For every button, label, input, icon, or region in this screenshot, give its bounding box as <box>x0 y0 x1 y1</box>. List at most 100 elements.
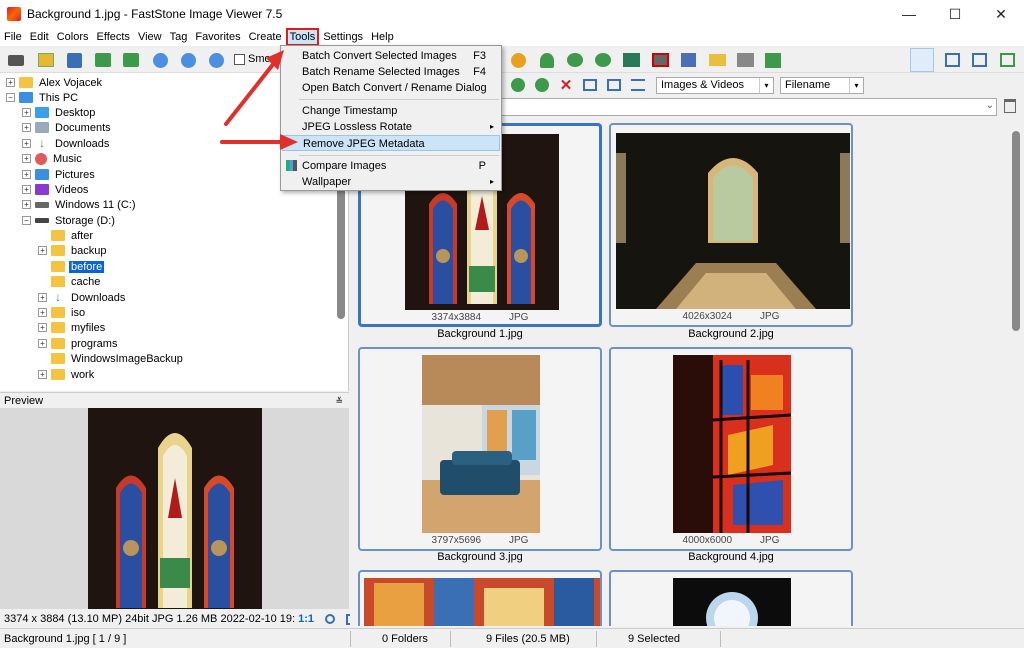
view-thumbnails-icon[interactable] <box>910 48 934 72</box>
submenu-arrow-icon: ▸ <box>489 177 494 186</box>
tree-item-music[interactable]: + Music <box>22 151 84 166</box>
tree-item-this-pc[interactable]: − This PC <box>6 90 80 105</box>
menu-help[interactable]: Help <box>367 28 398 46</box>
menu-separator <box>299 99 499 100</box>
thumbnail-card[interactable] <box>358 570 602 626</box>
close-button[interactable]: ✕ <box>978 0 1024 28</box>
open-folder-icon[interactable] <box>36 50 56 70</box>
compare-icon <box>286 160 297 171</box>
file-type-filter[interactable]: Images & Videos ▾ <box>656 77 774 94</box>
tree-item-user[interactable]: + Alex Vojacek <box>6 75 104 90</box>
drive-icon <box>35 218 49 223</box>
zoom-in-icon[interactable] <box>150 50 170 70</box>
menu-separator <box>299 155 499 156</box>
tree-item-before[interactable]: before <box>38 259 105 274</box>
tree-item-downloads[interactable]: + ↓ Downloads <box>22 136 111 151</box>
status-files: 9 Files (20.5 MB) <box>486 633 570 645</box>
rotate-right-icon[interactable] <box>593 50 613 70</box>
thumbnail-browser[interactable]: 3374x3884 JPG Background 1.jpg 4026x3024… <box>350 119 1024 626</box>
tree-item-cache[interactable]: cache <box>38 274 102 289</box>
compare-icon[interactable] <box>621 50 641 70</box>
tree-item-work[interactable]: + work <box>38 367 96 382</box>
list-view-icon[interactable] <box>604 75 624 95</box>
menu-item-batch-rename[interactable]: Batch Rename Selected Images F4 <box>282 64 500 80</box>
menu-item-open-batch-dialog[interactable]: Open Batch Convert / Rename Dialog <box>282 80 500 96</box>
menu-tools[interactable]: Tools <box>285 28 320 46</box>
slideshow-icon[interactable] <box>650 50 670 70</box>
menu-item-remove-jpeg-metadata[interactable]: Remove JPEG Metadata <box>282 135 500 151</box>
thumbnail-name: Background 1.jpg <box>437 328 523 340</box>
tree-item-myfiles[interactable]: + myfiles <box>38 320 107 335</box>
email-icon[interactable] <box>707 50 727 70</box>
zoom-out-icon[interactable] <box>178 50 198 70</box>
copy-to-icon[interactable] <box>508 75 528 95</box>
collapse-icon[interactable]: ≚ <box>335 393 343 409</box>
path-input[interactable]: ⌄ <box>500 98 997 116</box>
save-icon[interactable] <box>64 50 84 70</box>
tree-item-after[interactable]: after <box>38 228 95 243</box>
view-preview-icon[interactable] <box>969 50 989 70</box>
folder-icon <box>51 261 65 272</box>
details-view-icon[interactable] <box>628 75 648 95</box>
menu-item-compare-images[interactable]: Compare Images P <box>282 158 500 174</box>
menu-view[interactable]: View <box>134 28 166 46</box>
thumbnail-meta: 3374x3884 JPG <box>431 312 529 323</box>
tree-item-drive-d[interactable]: − Storage (D:) <box>22 213 117 228</box>
tree-item-iso[interactable]: + iso <box>38 305 87 320</box>
annotation-arrow-icon <box>220 134 298 150</box>
tree-item-desktop[interactable]: + Desktop <box>22 105 97 120</box>
delete-icon[interactable]: ✕ <box>556 75 576 95</box>
computer-icon <box>19 92 33 103</box>
user-icon[interactable] <box>537 50 557 70</box>
status-bar: Background 1.jpg [ 1 / 9 ] 0 Folders 9 F… <box>0 628 1024 648</box>
thumbnail-card[interactable]: 3797x5696 JPG <box>358 347 602 551</box>
camera-icon[interactable] <box>6 50 26 70</box>
chevron-down-icon[interactable]: ⌄ <box>986 100 994 111</box>
forward-icon[interactable] <box>121 50 141 70</box>
menu-colors[interactable]: Colors <box>53 28 93 46</box>
menu-file[interactable]: File <box>0 28 26 46</box>
desktop-icon <box>35 107 49 118</box>
menu-edit[interactable]: Edit <box>26 28 53 46</box>
fullscreen-icon[interactable] <box>997 50 1017 70</box>
back-icon[interactable] <box>93 50 113 70</box>
tree-item-drive-c[interactable]: + Windows 11 (C:) <box>22 197 137 212</box>
thumbnail-card[interactable]: 4026x3024 JPG <box>609 123 853 327</box>
menu-tag[interactable]: Tag <box>166 28 192 46</box>
fit-icon[interactable] <box>325 614 336 625</box>
recycle-bin-icon[interactable] <box>1004 99 1016 113</box>
tree-item-pictures[interactable]: + Pictures <box>22 167 97 182</box>
thumbnail-image <box>673 355 791 533</box>
menu-item-batch-convert[interactable]: Batch Convert Selected Images F3 <box>282 48 500 64</box>
menu-item-jpeg-lossless-rotate[interactable]: JPEG Lossless Rotate ▸ <box>282 119 500 135</box>
minimize-button[interactable]: — <box>886 0 932 28</box>
tree-item-backup[interactable]: + backup <box>38 243 108 258</box>
menu-item-change-timestamp[interactable]: Change Timestamp <box>282 103 500 119</box>
sort-by-select[interactable]: Filename ▾ <box>780 77 864 94</box>
move-to-icon[interactable] <box>532 75 552 95</box>
draw-icon[interactable] <box>678 50 698 70</box>
tree-item-downloads-d[interactable]: + ↓ Downloads <box>38 290 127 305</box>
grid-icon[interactable] <box>580 75 600 95</box>
menu-settings[interactable]: Settings <box>319 28 367 46</box>
rotate-left-icon[interactable] <box>565 50 585 70</box>
preview-header: Preview ≚ <box>0 392 349 408</box>
maximize-button[interactable]: ☐ <box>932 0 978 28</box>
menu-effects[interactable]: Effects <box>93 28 134 46</box>
view-details-icon[interactable] <box>942 50 962 70</box>
menu-item-wallpaper[interactable]: Wallpaper ▸ <box>282 174 500 190</box>
window-title: Background 1.jpg - FastStone Image Viewe… <box>27 7 283 21</box>
settings-gear-icon[interactable] <box>508 50 528 70</box>
preview-panel <box>0 408 349 609</box>
thumbnail-card[interactable]: 4000x6000 JPG <box>609 347 853 551</box>
thumbnail-card[interactable] <box>609 570 853 626</box>
thumbnail-scrollbar[interactable] <box>1012 131 1020 331</box>
tag-list-icon[interactable] <box>763 50 783 70</box>
print-icon[interactable] <box>735 50 755 70</box>
title-bar: Background 1.jpg - FastStone Image Viewe… <box>0 0 1024 28</box>
tools-menu[interactable]: Batch Convert Selected Images F3 Batch Re… <box>280 45 502 191</box>
tree-item-programs[interactable]: + programs <box>38 336 119 351</box>
tree-item-documents[interactable]: + Documents <box>22 120 113 135</box>
tree-item-windowsimagebackup[interactable]: WindowsImageBackup <box>38 351 185 366</box>
tree-item-videos[interactable]: + Videos <box>22 182 90 197</box>
